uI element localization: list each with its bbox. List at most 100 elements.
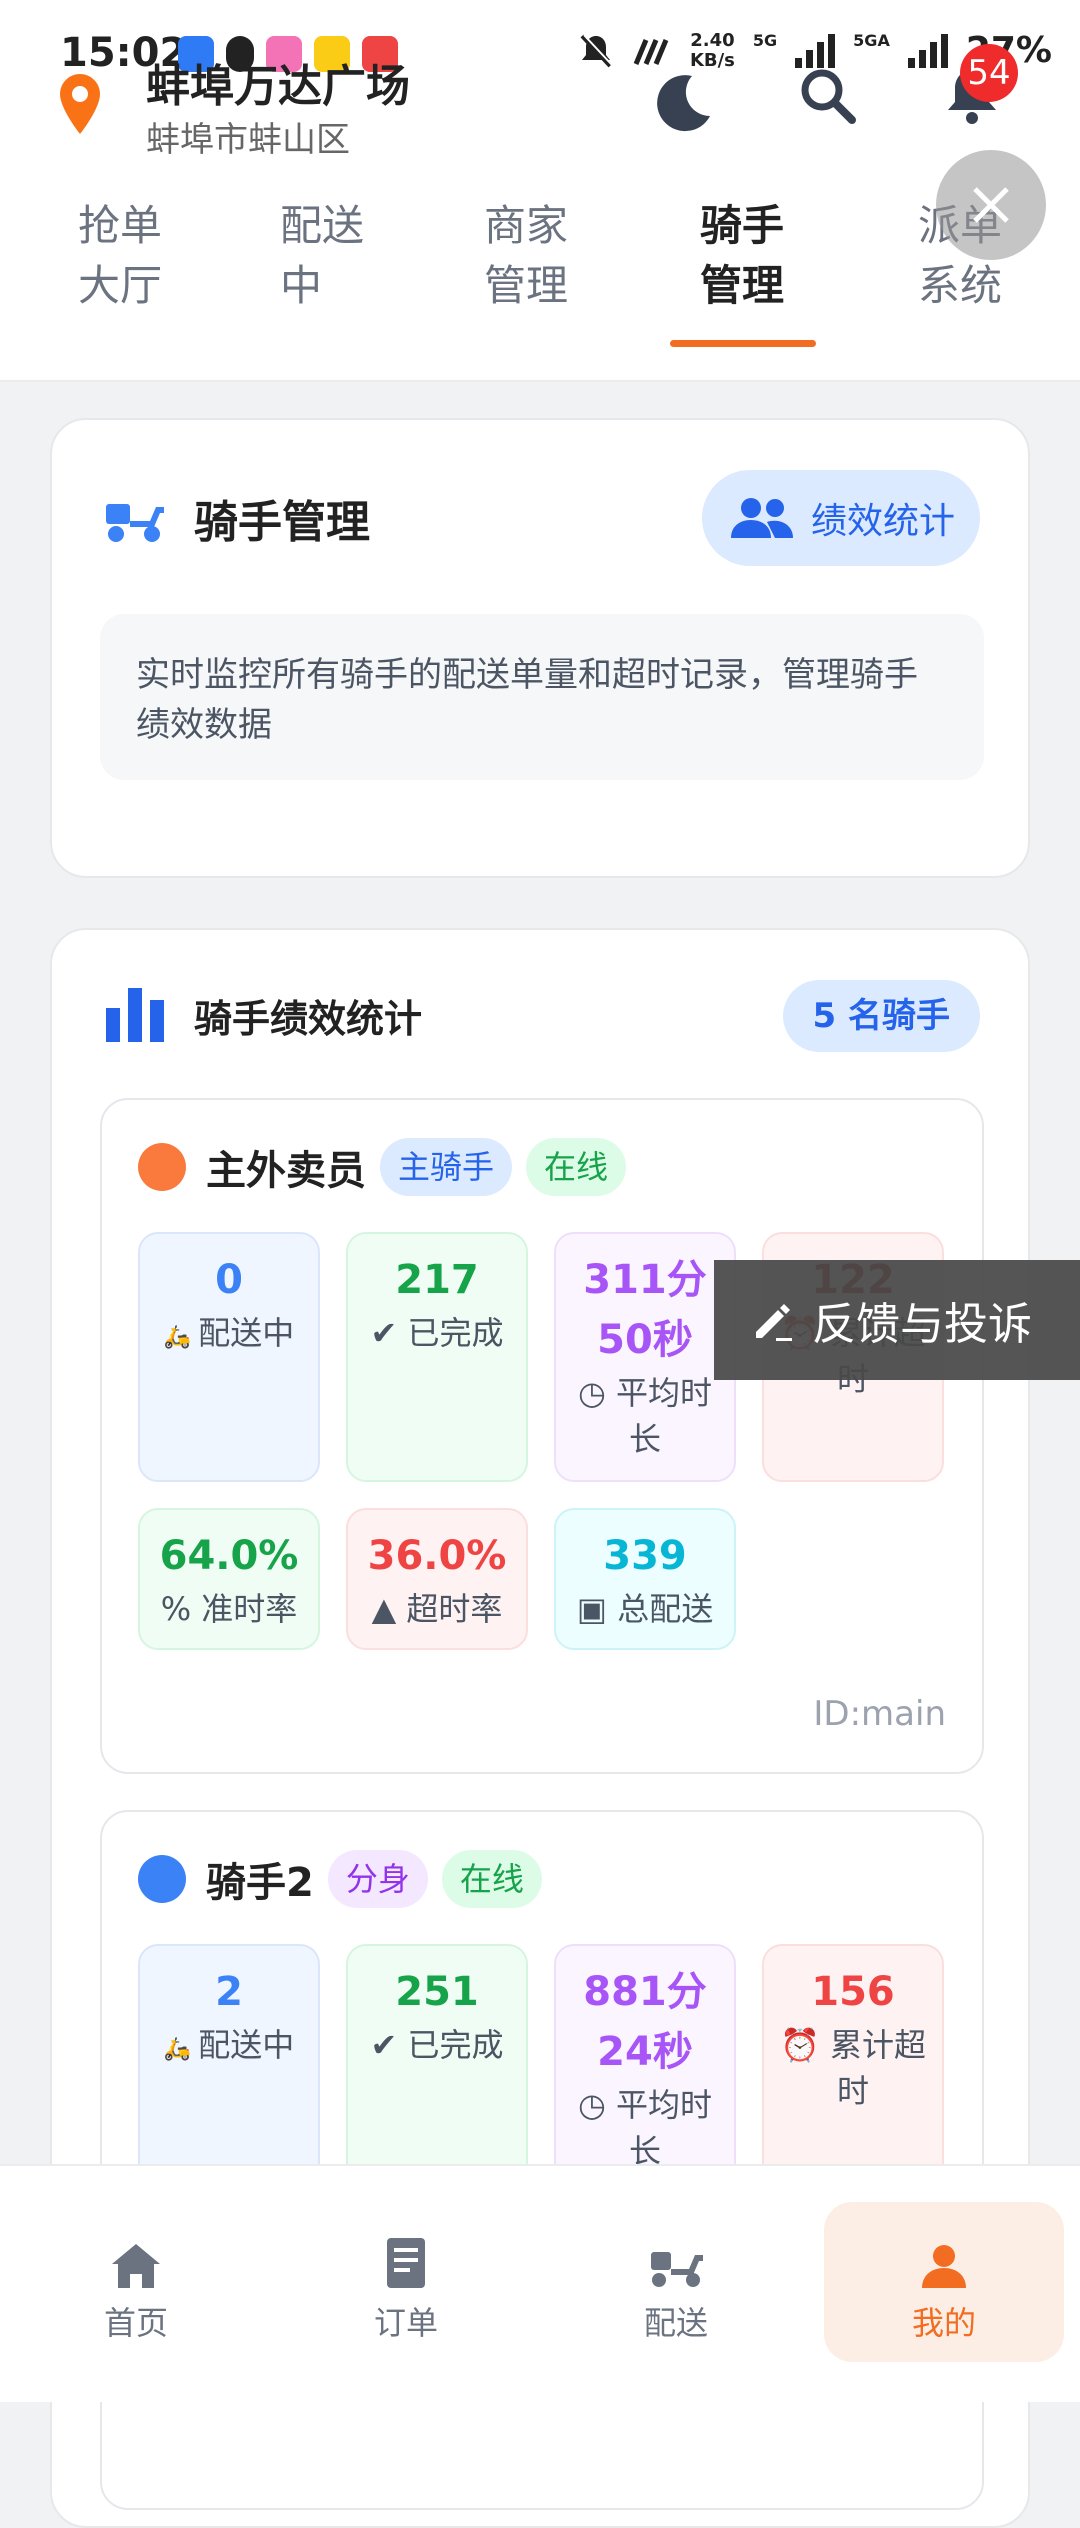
network-type-1: 5G (752, 31, 778, 50)
tab-delivering[interactable]: 配送 中 (280, 196, 410, 316)
stat-label-text: 已完成 (407, 2026, 504, 2064)
tab-merchant-management[interactable]: 商家 管理 (484, 196, 614, 316)
rider-name: 骑手2 (206, 1860, 314, 1906)
stat-value: 0 (215, 1257, 243, 1303)
speed-unit: KB/s (689, 49, 735, 71)
active-tab-indicator (670, 340, 816, 347)
role-badge: 主骑手 (380, 1138, 513, 1196)
search-icon[interactable] (798, 66, 858, 126)
performance-stats-button[interactable]: 绩效统计 (702, 470, 980, 566)
night-mode-icon[interactable] (652, 70, 716, 134)
tab-grab-hall[interactable]: 抢单 大厅 (78, 196, 208, 316)
stat-label-text: 累计超 时 (830, 2026, 927, 2110)
stat-label: ✔ 已完成 (348, 2022, 526, 2068)
nfc-icon (633, 38, 669, 65)
top-tabs: 抢单 大厅 配送 中 商家 管理 骑手 管理 派单 系统 (0, 196, 1080, 346)
tab-label: 配送 中 (280, 201, 365, 310)
nav-profile[interactable]: 我的 (824, 2202, 1064, 2362)
stat-value: 217 (395, 1257, 479, 1303)
percent-icon: % (160, 1590, 202, 1628)
clock-icon: ◷ (577, 1374, 617, 1412)
scooter-icon (651, 2252, 703, 2287)
stat-label-text: 准时率 (201, 1590, 298, 1628)
stat-label: % 准时率 (140, 1586, 318, 1632)
scooter-icon (106, 504, 164, 542)
signal-icon (795, 33, 836, 68)
users-icon (730, 498, 793, 538)
stat-value: 156 (811, 1969, 895, 2015)
role-badge: 分身 (327, 1850, 428, 1908)
stat-label: ✔ 已完成 (348, 1310, 526, 1356)
stat-delivering: 0 🛵 配送中 (138, 1232, 320, 1482)
rider-card[interactable]: 主外卖员 主骑手 在线 0 🛵 配送中 217 ✔ 已完成 311分 50秒 ◷… (100, 1098, 984, 1774)
stats-title: 骑手绩效统计 (194, 997, 423, 1041)
network-type-2: 5GA (853, 31, 890, 50)
close-icon (973, 187, 1009, 223)
stat-label-text: 已完成 (407, 1314, 504, 1352)
management-description: 实时监控所有骑手的配送单量和超时记录，管理骑手绩效数据 (100, 614, 984, 780)
signal-icon (907, 33, 948, 68)
rider-management-card: 骑手管理 绩效统计 实时监控所有骑手的配送单量和超时记录，管理骑手绩效数据 (50, 418, 1030, 878)
management-title: 骑手管理 (194, 497, 370, 548)
bar-chart-icon (106, 988, 164, 1042)
location-title[interactable]: 蚌埠万达广场 (146, 50, 410, 114)
tab-rider-management[interactable]: 骑手 管理 (700, 196, 830, 316)
speed-value: 2.40 (690, 29, 735, 51)
nav-label: 我的 (911, 2304, 976, 2342)
rider-header: 主外卖员 主骑手 在线 (138, 1138, 627, 1196)
stat-label-text: 配送中 (198, 2026, 295, 2064)
nav-delivery[interactable]: 配送 (556, 2202, 796, 2362)
location-subtitle: 蚌埠市蚌山区 (146, 120, 350, 160)
clock-icon: ◷ (577, 2086, 617, 2124)
stat-label: 🛵 配送中 (140, 1310, 318, 1361)
stat-label-text: 配送中 (198, 1314, 295, 1352)
stat-value: 251 (395, 1969, 479, 2015)
tab-label: 抢单 大厅 (78, 201, 163, 310)
stat-label: ▣ 总配送 (556, 1586, 734, 1632)
stat-label: ⏰ 累计超 时 (764, 2022, 942, 2114)
stat-label: ◷ 平均时 长 (556, 2082, 734, 2174)
stat-label: 🛵 配送中 (140, 2022, 318, 2073)
performance-stats-label: 绩效统计 (810, 501, 955, 542)
rider-header: 骑手2 分身 在线 (138, 1850, 542, 1908)
stat-label: ◷ 平均时 长 (556, 1370, 734, 1462)
nav-label: 订单 (373, 2304, 438, 2342)
avatar (138, 1143, 186, 1191)
network-speed: 2.40 KB/s (689, 29, 735, 71)
rider-count-badge: 5 名骑手 (782, 980, 980, 1052)
mute-bell-icon (580, 33, 613, 67)
alarm-off-icon: ⏰ (779, 2026, 830, 2064)
stat-value: 881分 24秒 (583, 1969, 707, 2075)
stat-label-text: 超时率 (406, 1590, 503, 1628)
stat-value: 36.0% (367, 1533, 507, 1579)
warning-icon: ▲ (371, 1590, 407, 1628)
tab-label: 商家 管理 (484, 201, 569, 310)
stat-value: 2 (215, 1969, 243, 2015)
home-icon (112, 2244, 160, 2288)
check-circle-icon: ✔ (370, 2026, 408, 2064)
rider-id: ID:main (813, 1694, 946, 1734)
user-icon (922, 2245, 966, 2288)
stat-ontime-rate: 64.0% % 准时率 (138, 1508, 320, 1650)
bottom-nav: 首页 订单 配送 我的 (0, 2164, 1080, 2402)
receipt-icon (387, 2238, 425, 2288)
app-header: 15:02 2.40 KB/s 5G 5GA 27% 蚌埠万达广场 蚌埠市蚌山区 … (0, 0, 1080, 382)
stat-value: 64.0% (159, 1533, 299, 1579)
scooter-icon: 🛵 (163, 1325, 199, 1350)
rider-name: 主外卖员 (206, 1148, 366, 1194)
status-badge: 在线 (441, 1850, 542, 1908)
avatar (138, 1855, 186, 1903)
close-button[interactable] (936, 150, 1046, 260)
nav-home[interactable]: 首页 (16, 2202, 256, 2362)
stat-label-text: 平均时 长 (616, 1374, 713, 1458)
feedback-button[interactable]: 反馈与投诉 (714, 1260, 1080, 1380)
rider-card[interactable]: 骑手2 分身 在线 2 🛵 配送中 251 ✔ 已完成 881分 24秒 ◷ 平… (100, 1810, 984, 2510)
nav-orders[interactable]: 订单 (286, 2202, 526, 2362)
archive-icon: ▣ (576, 1590, 618, 1628)
check-circle-icon: ✔ (370, 1314, 408, 1352)
stat-label-text: 总配送 (617, 1590, 714, 1628)
stat-value: 311分 50秒 (583, 1257, 707, 1363)
stat-label: ▲ 超时率 (348, 1586, 526, 1632)
stat-completed: 217 ✔ 已完成 (346, 1232, 528, 1482)
stat-label-text: 平均时 长 (616, 2086, 713, 2170)
